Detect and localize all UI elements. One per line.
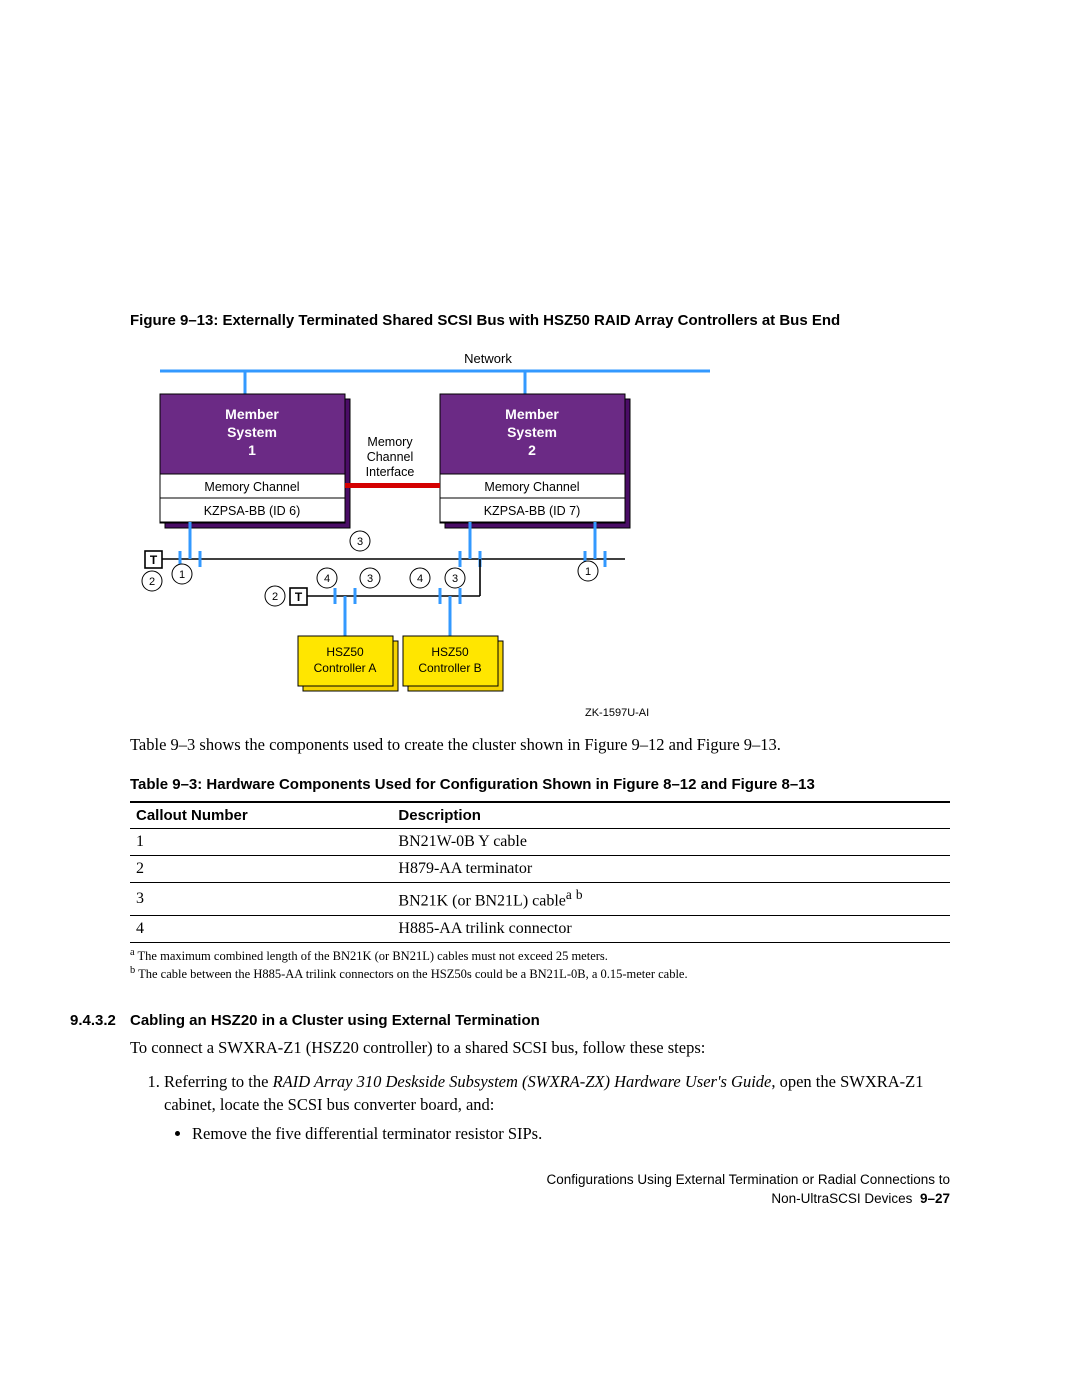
table-footnotes: a The maximum combined length of the BN2… xyxy=(130,946,950,983)
intro-paragraph: Table 9–3 shows the components used to c… xyxy=(130,734,950,756)
list-item: Referring to the RAID Array 310 Deskside… xyxy=(164,1070,950,1145)
svg-text:Memory Channel: Memory Channel xyxy=(484,480,579,494)
figure-caption: Figure 9–13: Externally Terminated Share… xyxy=(130,310,950,331)
page-footer: Configurations Using External Terminatio… xyxy=(130,1171,950,1209)
diagram-id: ZK-1597U-AI xyxy=(585,707,649,719)
svg-text:Memory Channel: Memory Channel xyxy=(204,480,299,494)
table-row: 2 H879-AA terminator xyxy=(130,856,950,883)
section-intro: To connect a SWXRA-Z1 (HSZ20 controller)… xyxy=(130,1037,950,1059)
svg-text:2: 2 xyxy=(149,576,155,588)
network-label: Network xyxy=(464,351,512,366)
svg-text:3: 3 xyxy=(452,573,458,585)
svg-text:3: 3 xyxy=(367,573,373,585)
col-description: Description xyxy=(392,802,950,829)
svg-text:HSZ50: HSZ50 xyxy=(326,645,364,659)
steps-list: Referring to the RAID Array 310 Deskside… xyxy=(130,1070,950,1145)
svg-text:Member: Member xyxy=(505,406,559,422)
svg-text:KZPSA-BB (ID 6): KZPSA-BB (ID 6) xyxy=(204,504,301,518)
svg-text:3: 3 xyxy=(357,536,363,548)
svg-text:Controller A: Controller A xyxy=(314,661,377,675)
svg-text:T: T xyxy=(150,553,158,567)
svg-text:System: System xyxy=(227,424,277,440)
diagram-svg: Network Member System 1 Memory Channel K… xyxy=(130,341,730,726)
col-callout: Callout Number xyxy=(130,802,392,829)
member-system-2: Member System 2 Memory Channel KZPSA-BB … xyxy=(440,394,630,528)
list-item: Remove the five differential terminator … xyxy=(192,1122,950,1145)
table-row: 4 H885-AA trilink connector xyxy=(130,915,950,942)
svg-text:2: 2 xyxy=(528,442,536,458)
svg-text:Channel: Channel xyxy=(367,450,414,464)
table-row: 3 BN21K (or BN21L) cablea b xyxy=(130,883,950,915)
svg-text:4: 4 xyxy=(324,573,330,585)
table-row: 1 BN21W-0B Y cable xyxy=(130,829,950,856)
diagram: Network Member System 1 Memory Channel K… xyxy=(130,341,950,726)
table-caption: Table 9–3: Hardware Components Used for … xyxy=(130,774,950,795)
svg-text:T: T xyxy=(295,590,303,604)
document-page: Figure 9–13: Externally Terminated Share… xyxy=(0,0,1080,1249)
svg-text:System: System xyxy=(507,424,557,440)
svg-text:Memory: Memory xyxy=(367,435,413,449)
components-table: Callout Number Description 1 BN21W-0B Y … xyxy=(130,801,950,942)
svg-text:1: 1 xyxy=(179,569,185,581)
section-heading: 9.4.3.2Cabling an HSZ20 in a Cluster usi… xyxy=(130,1012,950,1029)
hsz50-b: HSZ50 Controller B xyxy=(403,636,503,691)
svg-text:Interface: Interface xyxy=(366,465,415,479)
svg-text:KZPSA-BB (ID 7): KZPSA-BB (ID 7) xyxy=(484,504,581,518)
svg-text:HSZ50: HSZ50 xyxy=(431,645,469,659)
svg-text:4: 4 xyxy=(417,573,423,585)
svg-text:Controller B: Controller B xyxy=(418,661,481,675)
member-system-1: Member System 1 Memory Channel KZPSA-BB … xyxy=(160,394,350,528)
svg-text:Member: Member xyxy=(225,406,279,422)
svg-text:2: 2 xyxy=(272,591,278,603)
hsz50-a: HSZ50 Controller A xyxy=(298,636,398,691)
svg-text:1: 1 xyxy=(585,566,591,578)
svg-text:1: 1 xyxy=(248,442,256,458)
